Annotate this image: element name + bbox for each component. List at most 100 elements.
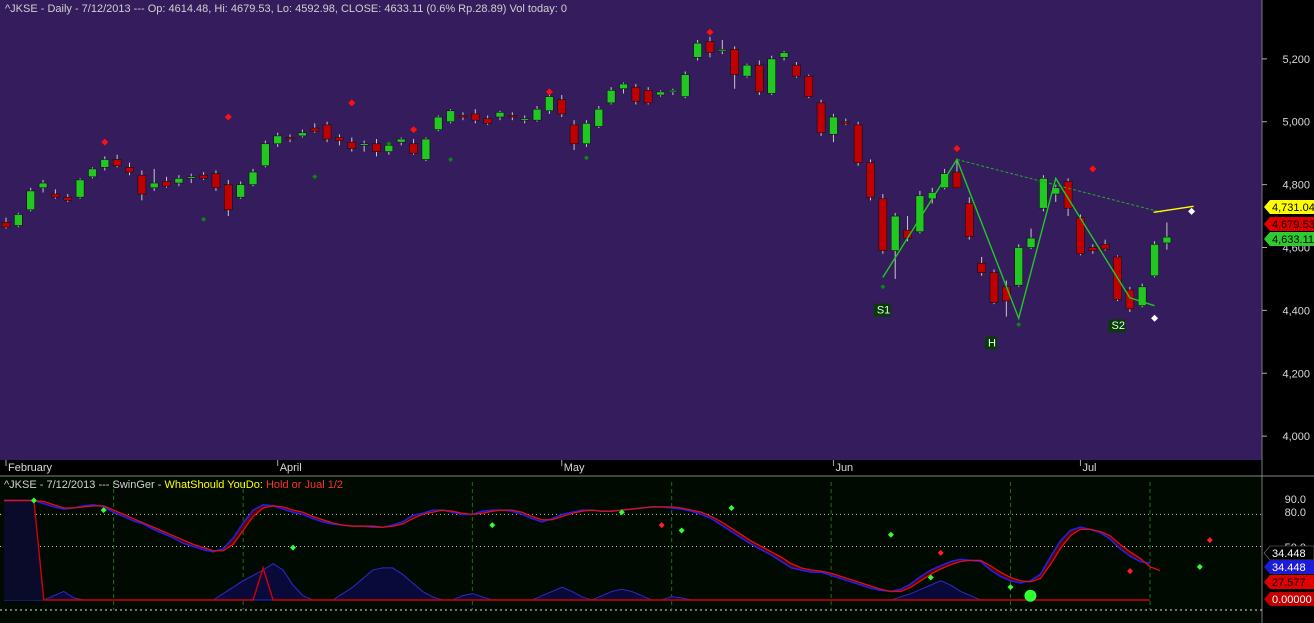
candle-body [421, 138, 431, 160]
candle-body [446, 110, 455, 123]
candle-body [409, 143, 418, 154]
candle-body [458, 115, 468, 118]
month-label: Jun [835, 462, 853, 474]
candle-body [1100, 244, 1110, 250]
candle-body [470, 113, 480, 121]
pattern-label: S1 [877, 305, 890, 317]
price-tag-text: 4,679.53 [1272, 219, 1314, 231]
candle-body [693, 42, 702, 58]
candle-body [705, 41, 715, 53]
candle-body [779, 52, 789, 58]
pattern-label: H [988, 338, 996, 350]
candle-body [853, 124, 863, 163]
candle-body [384, 145, 394, 152]
candle-body [199, 174, 208, 179]
candle-body [964, 203, 974, 237]
candle-body [594, 108, 604, 127]
ind-tag: 27.577 [1264, 575, 1314, 589]
candle-body [1014, 247, 1024, 286]
ind-header-part1: ^JKSE - 7/12/2013 --- SwinGer - [4, 479, 164, 491]
candle-body [236, 184, 245, 198]
ind-header-part2: WhatShould YouDo: [164, 479, 262, 491]
candle-body [495, 112, 505, 118]
candle-body [755, 64, 764, 93]
price-axis-label: 5,000 [1282, 117, 1310, 129]
candle-body [557, 99, 567, 115]
candle-body [63, 196, 73, 201]
candle-body [248, 171, 258, 185]
price-tag: 4,633.11 [1264, 232, 1314, 246]
price-tag-text: 4,731.04 [1272, 202, 1314, 214]
price-axis-label: 4,400 [1282, 305, 1310, 317]
candle-body [359, 143, 369, 146]
chart-svg[interactable]: S1HS2 5,2005,0004,8004,6004,4004,2004,00… [0, 0, 1314, 623]
candle-body [162, 181, 171, 187]
candle-body [322, 124, 332, 140]
candle-body [483, 118, 492, 124]
price-axis-label: 4,200 [1282, 368, 1310, 380]
ind-header-part3: Hold or Jual 1/2 [263, 479, 343, 491]
candle-body [137, 174, 147, 195]
candle-body [717, 49, 727, 52]
candle-body [1, 222, 11, 228]
candle-body [545, 96, 554, 112]
candle-body [977, 262, 986, 273]
candle-body [433, 116, 443, 130]
main-header: ^JKSE - Daily - 7/12/2013 --- Op: 4614.4… [5, 3, 567, 15]
candle-body [211, 173, 221, 189]
candle-body [792, 64, 801, 77]
candle-body [866, 162, 875, 198]
candle-body [520, 118, 530, 121]
candle-body [273, 135, 283, 145]
price-axis-label: 4,800 [1282, 180, 1310, 192]
main-pane-bg[interactable] [0, 0, 1262, 460]
candle-body [75, 179, 85, 198]
candle-body [347, 141, 357, 149]
date-axis-bg [0, 460, 1262, 475]
candle-body [816, 102, 826, 134]
candle-body [767, 58, 777, 94]
candle-body [656, 91, 665, 96]
candle-body [878, 198, 888, 251]
price-tag: 4,731.04 [1264, 200, 1314, 214]
chart-window: S1 H S2 5,200 5,000 4,800 4,600 4,400 4,200 4,00… [0, 0, 1314, 623]
ind-tag-text: 27.577 [1272, 577, 1306, 589]
indicator-header: ^JKSE - 7/12/2013 --- SwinGer - WhatShou… [4, 479, 343, 491]
month-label: May [564, 462, 585, 474]
candle-body [372, 143, 381, 152]
candle-body [88, 168, 97, 178]
month-label: February [8, 462, 53, 474]
candle-body [1150, 244, 1159, 277]
month-label: April [280, 462, 302, 474]
candle-body [112, 159, 122, 167]
candle-body [952, 171, 962, 189]
candle-body [14, 214, 23, 226]
ind-tag: 0.00000 [1264, 592, 1314, 606]
candle-body [149, 182, 159, 189]
candle-body [890, 215, 900, 251]
pattern-label: S2 [1112, 320, 1125, 332]
big-green-dot [1024, 589, 1037, 602]
price-tag-text: 4,633.11 [1272, 234, 1314, 246]
candle-body [335, 137, 344, 141]
candle-body [841, 121, 851, 124]
candle-body [38, 182, 48, 189]
candle-body [569, 124, 579, 145]
candle-body [804, 75, 814, 97]
candle-body [606, 90, 616, 104]
candle-body [582, 123, 591, 145]
candle-body [310, 127, 320, 132]
candle-body [186, 176, 196, 179]
candle-body [631, 86, 641, 102]
candle-body [668, 90, 678, 93]
indicator-pane-bg[interactable] [0, 477, 1262, 623]
candle-body [100, 159, 110, 168]
candle-body [508, 115, 517, 118]
ind-tag: 34.448 [1264, 560, 1314, 574]
ind-axis-label: 90.0 [1285, 494, 1306, 506]
candle-body [298, 132, 307, 137]
ind-tag: 34.448 [1263, 545, 1314, 561]
candle-body [829, 116, 838, 135]
candle-body [1088, 247, 1098, 251]
candle-body [643, 90, 653, 104]
